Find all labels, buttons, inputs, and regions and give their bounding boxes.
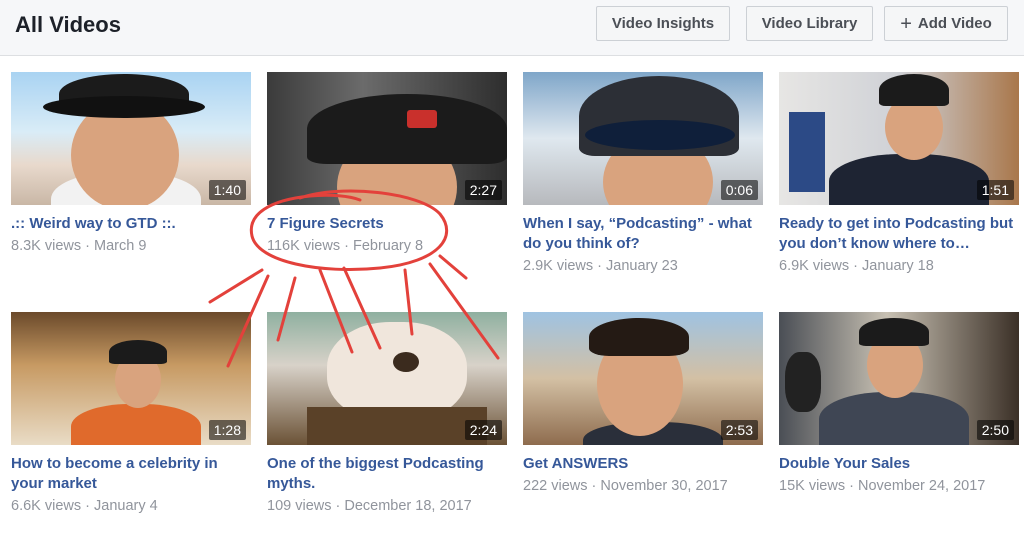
video-card[interactable]: 2:24 One of the biggest Podcasting myths… [267,312,507,516]
add-video-label: Add Video [917,15,992,32]
meta-separator: · [593,258,607,274]
video-views: 222 views [523,478,588,494]
plus-icon: + [900,12,912,35]
video-title-link[interactable]: .:: Weird way to GTD ::. [11,214,251,234]
video-thumbnail[interactable]: 2:53 [523,312,763,445]
video-meta: 6.6K views · January 4 [11,496,251,516]
video-meta: 8.3K views · March 9 [11,236,251,256]
video-thumbnail[interactable]: 1:28 [11,312,251,445]
video-title-link[interactable]: Get ANSWERS [523,454,763,474]
video-thumbnail[interactable]: 2:50 [779,312,1019,445]
video-card[interactable]: 1:51 Ready to get into Podcasting but yo… [779,72,1019,276]
video-thumbnail[interactable]: 2:27 [267,72,507,205]
video-duration: 0:06 [720,180,758,200]
video-duration: 1:51 [976,180,1014,200]
video-date: January 18 [862,258,934,274]
video-duration: 2:50 [976,420,1014,440]
video-title-link[interactable]: 7 Figure Secrets [267,214,507,234]
video-meta: 109 views · December 18, 2017 [267,496,507,516]
page-title: All Videos [15,12,121,37]
video-insights-button[interactable]: Video Insights [596,6,730,41]
video-card[interactable]: 2:53 Get ANSWERS 222 views · November 30… [523,312,763,496]
video-date: December 18, 2017 [344,498,472,514]
video-date: January 23 [606,258,678,274]
video-card[interactable]: 0:06 When I say, “Podcasting” - what do … [523,72,763,276]
video-views: 109 views [267,498,332,514]
video-duration: 2:27 [464,180,502,200]
video-views: 6.6K views [11,498,82,514]
video-meta: 6.9K views · January 18 [779,256,1019,276]
meta-separator: · [81,498,95,514]
video-meta: 2.9K views · January 23 [523,256,763,276]
video-card[interactable]: 2:50 Double Your Sales 15K views · Novem… [779,312,1019,496]
video-views: 8.3K views [11,238,82,254]
meta-separator: · [340,238,353,254]
video-duration: 1:28 [208,420,246,440]
video-date: March 9 [94,238,147,254]
video-title-link[interactable]: How to become a celebrity in your market [11,454,251,494]
meta-separator: · [587,478,601,494]
video-card[interactable]: 1:40 .:: Weird way to GTD ::. 8.3K views… [11,72,251,256]
video-title-link[interactable]: One of the biggest Podcasting myths. [267,454,507,494]
video-duration: 2:53 [720,420,758,440]
video-date: February 8 [352,238,424,254]
video-card[interactable]: 1:28 How to become a celebrity in your m… [11,312,251,516]
video-date: January 4 [94,498,158,514]
video-meta: 222 views · November 30, 2017 [523,476,763,496]
video-duration: 2:24 [464,420,502,440]
page-header: All Videos Video Insights Video Library … [0,0,1024,56]
video-date: November 30, 2017 [600,478,728,494]
video-meta: 116K views · February 8 [267,236,507,256]
video-thumbnail[interactable]: 0:06 [523,72,763,205]
video-thumbnail[interactable]: 1:51 [779,72,1019,205]
video-views: 15K views [779,478,846,494]
add-video-button[interactable]: + Add Video [884,6,1008,41]
video-title-link[interactable]: When I say, “Podcasting” - what do you t… [523,214,763,254]
meta-separator: · [331,498,345,514]
video-views: 2.9K views [523,258,594,274]
video-meta: 15K views · November 24, 2017 [779,476,1019,496]
video-card[interactable]: 2:27 7 Figure Secrets 116K views · Febru… [267,72,507,256]
meta-separator: · [81,238,95,254]
video-duration: 1:40 [208,180,246,200]
video-thumbnail[interactable]: 1:40 [11,72,251,205]
video-thumbnail[interactable]: 2:24 [267,312,507,445]
video-date: November 24, 2017 [857,478,986,494]
meta-separator: · [849,258,863,274]
video-views: 116K views [267,238,341,254]
video-views: 6.9K views [779,258,850,274]
meta-separator: · [845,478,858,494]
video-title-link[interactable]: Ready to get into Podcasting but you don… [779,214,1019,254]
video-library-button[interactable]: Video Library [746,6,873,41]
video-title-link[interactable]: Double Your Sales [779,454,1019,474]
